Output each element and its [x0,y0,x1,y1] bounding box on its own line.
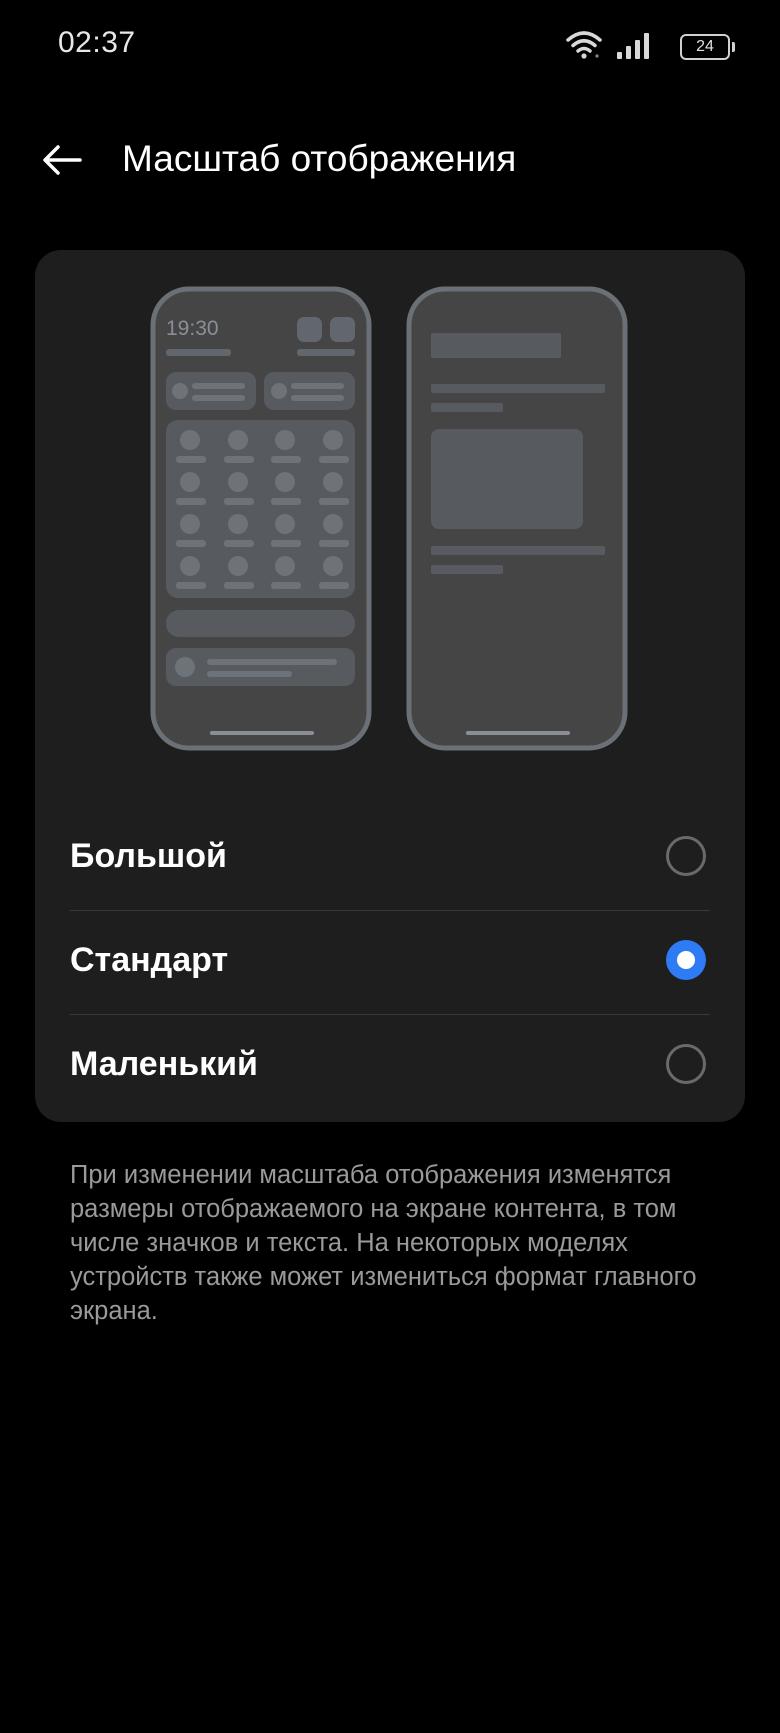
preview-phone-app [406,286,628,751]
scale-preview-illustration: 19:30 [150,286,628,751]
preview-phone-home: 19:30 [150,286,372,751]
option-small[interactable]: Маленький [70,1014,710,1118]
radio-small[interactable] [666,1044,706,1084]
wifi-icon [566,31,602,59]
status-time: 02:37 [58,26,136,59]
option-label: Большой [70,837,227,875]
arrow-left-icon[interactable] [40,138,84,182]
option-large[interactable]: Большой [70,806,710,910]
radio-standard[interactable] [666,940,706,980]
status-icons: 24 [530,30,735,62]
header: Масштаб отображения [0,120,780,200]
radio-large[interactable] [666,836,706,876]
display-scale-card: 19:30 Большой Стандарт Маленький [35,250,745,1122]
status-bar: 02:37 24 [0,0,780,90]
description-text: При изменении масштаба отображения измен… [70,1161,697,1325]
page-title: Масштаб отображения [122,138,517,179]
battery-icon: 24 [680,34,735,60]
option-label: Стандарт [70,941,229,979]
signal-icon [617,33,649,59]
option-standard[interactable]: Стандарт [70,910,710,1014]
option-label: Маленький [70,1045,258,1083]
preview-clock: 19:30 [166,317,219,340]
